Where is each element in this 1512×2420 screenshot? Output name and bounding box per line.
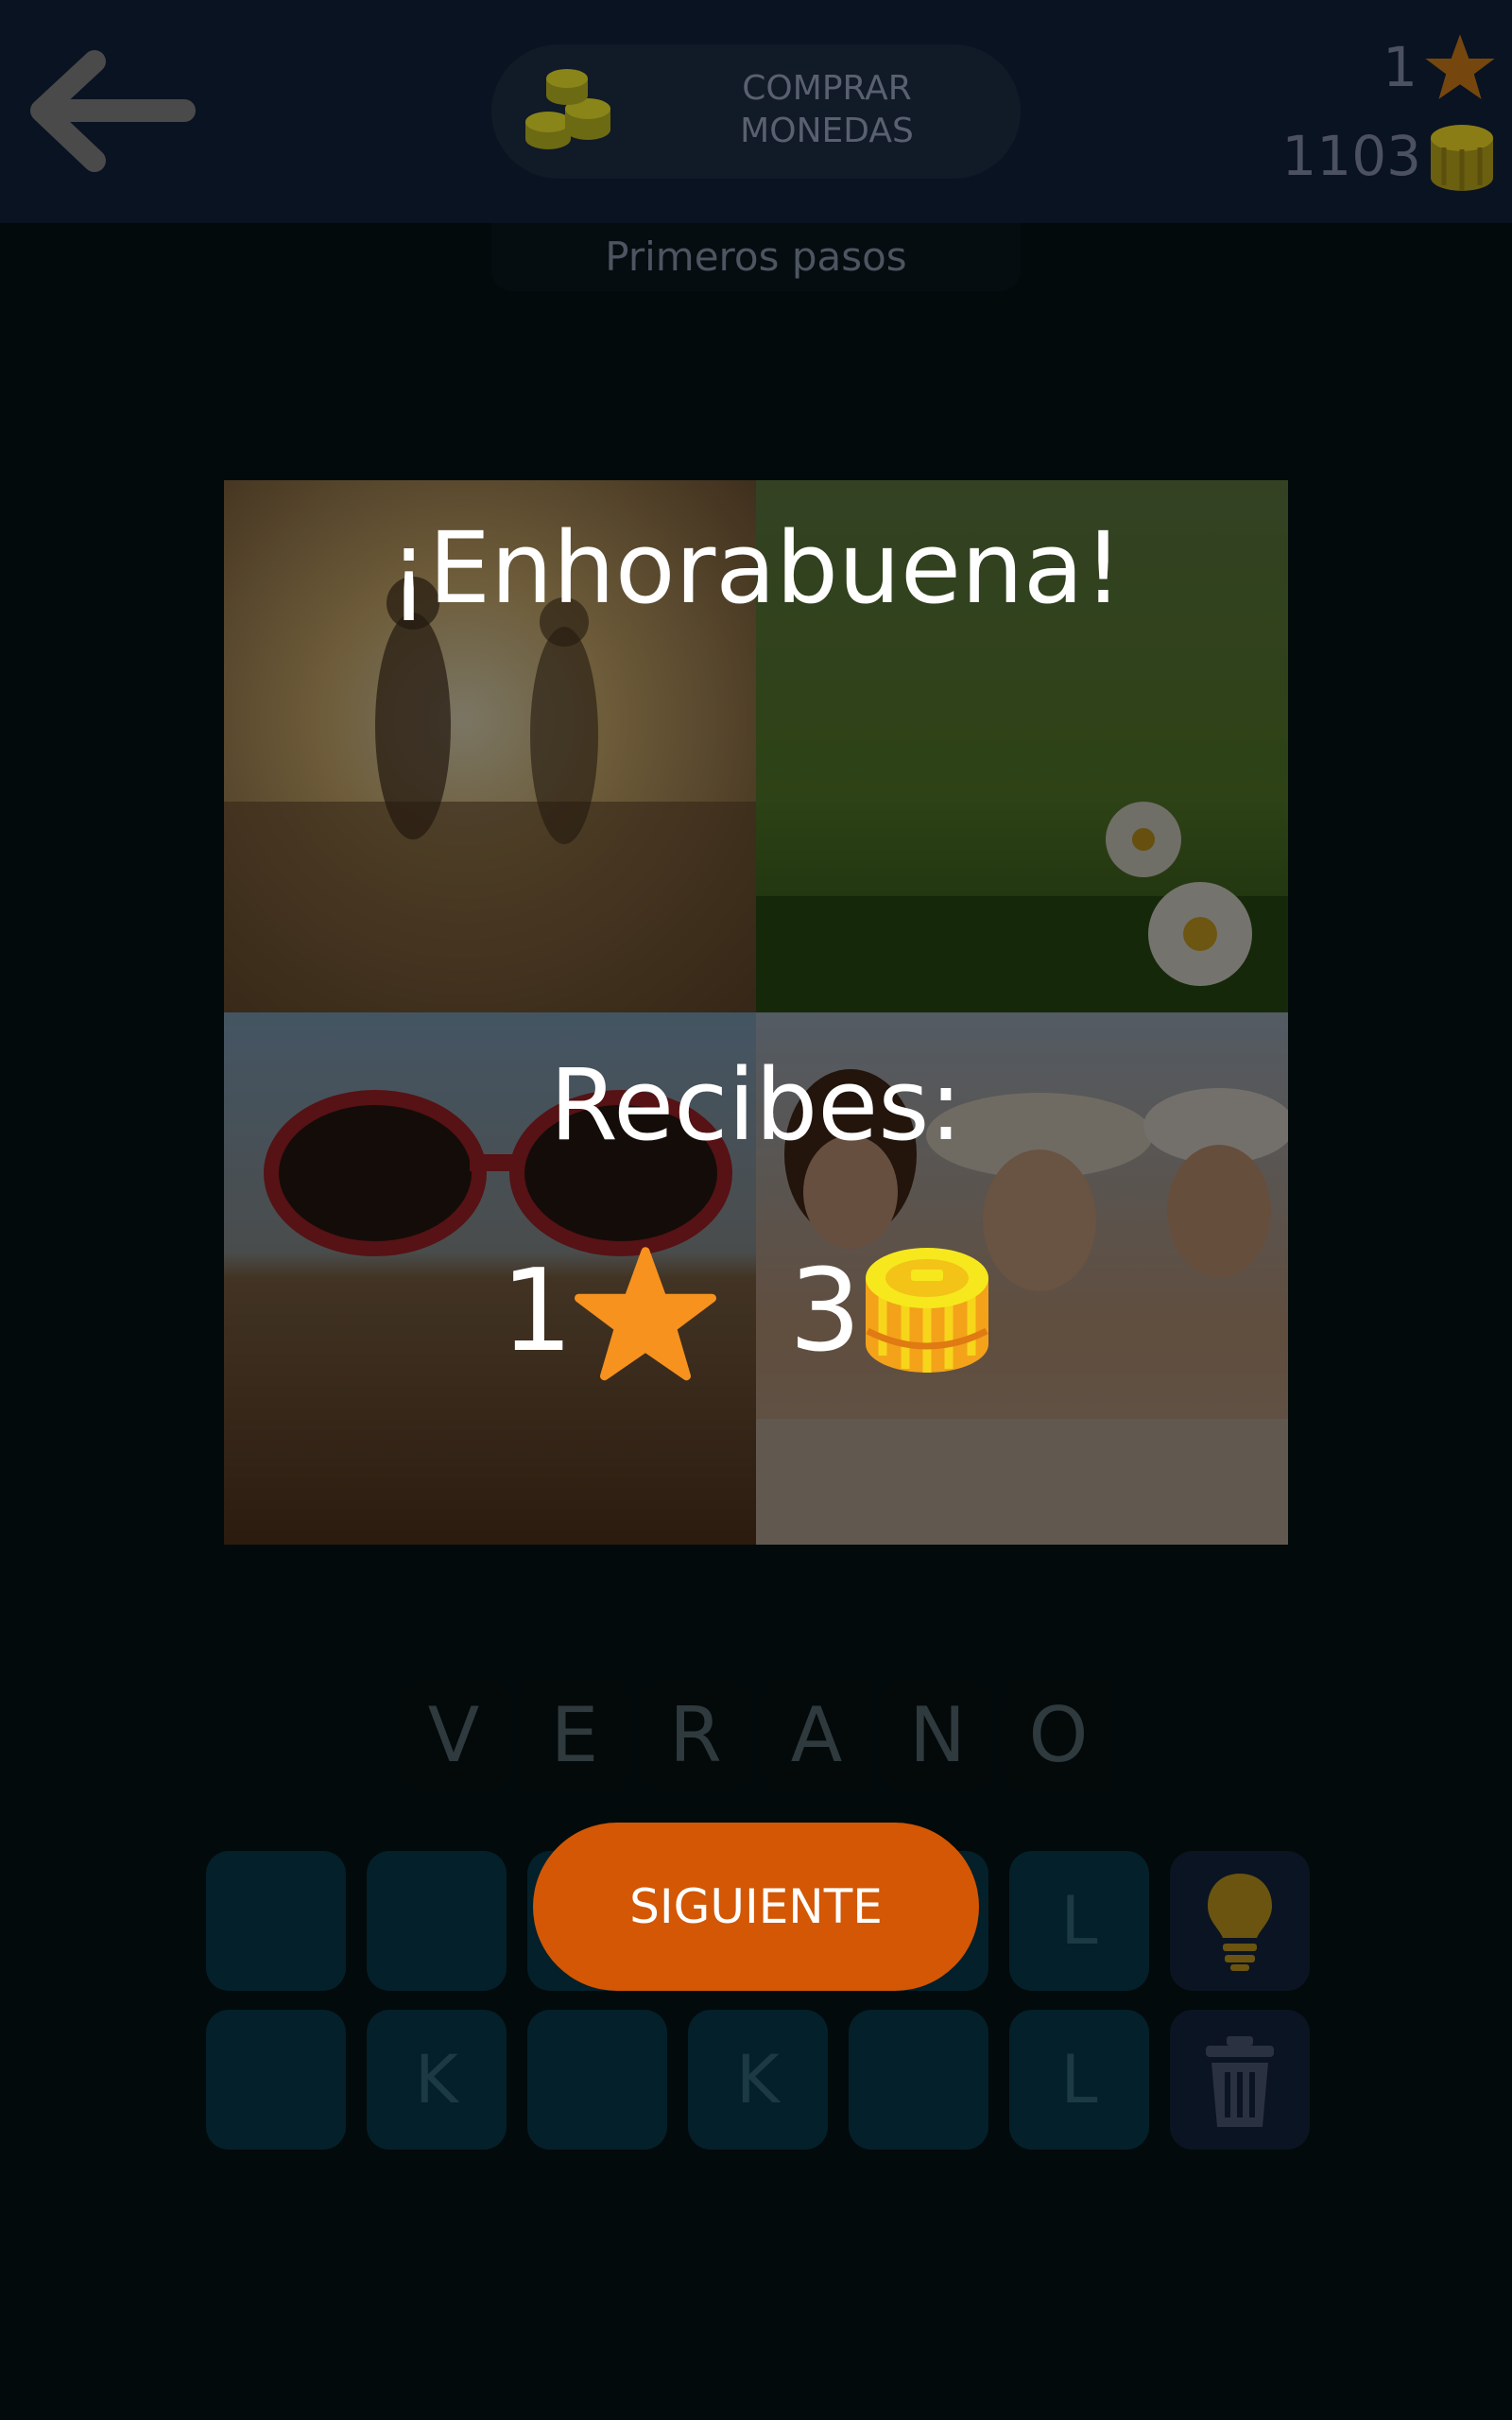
puzzle-images bbox=[224, 480, 1288, 1545]
letter-key[interactable] bbox=[206, 2010, 346, 2150]
congrats-title: ¡Enhorabuena! bbox=[388, 510, 1124, 626]
lightbulb-icon bbox=[1208, 1874, 1272, 1971]
letter-key[interactable] bbox=[367, 1851, 507, 1991]
buy-coins-label: COMPRAR MONEDAS bbox=[740, 69, 914, 150]
delete-button[interactable] bbox=[1170, 2010, 1310, 2150]
stars-counter: 1 bbox=[1383, 32, 1497, 102]
buy-coins-button[interactable]: COMPRAR MONEDAS bbox=[491, 44, 1021, 179]
answer-tile[interactable]: N bbox=[881, 1681, 994, 1790]
reward-coins-count: 3 bbox=[789, 1246, 862, 1377]
level-subtitle-text: Primeros pasos bbox=[605, 233, 907, 280]
letter-key[interactable] bbox=[527, 2010, 667, 2150]
reward-stars-count: 1 bbox=[501, 1246, 574, 1377]
next-button[interactable]: SIGUIENTE bbox=[533, 1823, 979, 1991]
letter-key[interactable]: L bbox=[1009, 2010, 1149, 2150]
hint-button[interactable] bbox=[1170, 1851, 1310, 1991]
trash-icon bbox=[1206, 2036, 1274, 2127]
stars-count: 1 bbox=[1383, 35, 1418, 99]
top-bar: COMPRAR MONEDAS 1 1103 bbox=[0, 0, 1512, 223]
back-button[interactable] bbox=[28, 47, 198, 175]
answer-tile[interactable]: V bbox=[397, 1681, 510, 1790]
answer-word: V E R A N O bbox=[397, 1681, 1115, 1790]
answer-tile[interactable]: A bbox=[760, 1681, 873, 1790]
answer-tile[interactable]: R bbox=[639, 1681, 752, 1790]
coins-icon bbox=[525, 69, 610, 149]
coins-count: 1103 bbox=[1281, 124, 1421, 188]
letter-key[interactable]: K bbox=[688, 2010, 828, 2150]
coin-icon bbox=[866, 1248, 988, 1373]
receive-label: Recibes: bbox=[549, 1047, 963, 1163]
star-icon bbox=[575, 1247, 716, 1381]
answer-tile[interactable]: E bbox=[518, 1681, 631, 1790]
letter-keyboard-row-2: K K L bbox=[206, 2010, 1310, 2150]
arrow-left-icon bbox=[30, 50, 196, 172]
star-icon bbox=[1425, 34, 1495, 99]
letter-key[interactable] bbox=[206, 1851, 346, 1991]
answer-tile[interactable]: O bbox=[1002, 1681, 1115, 1790]
coin-icon bbox=[1431, 125, 1493, 191]
letter-key[interactable] bbox=[849, 2010, 988, 2150]
coins-counter: 1103 bbox=[1281, 119, 1497, 193]
letter-key[interactable]: L bbox=[1009, 1851, 1149, 1991]
letter-key[interactable]: K bbox=[367, 2010, 507, 2150]
level-subtitle: Primeros pasos bbox=[491, 223, 1021, 291]
